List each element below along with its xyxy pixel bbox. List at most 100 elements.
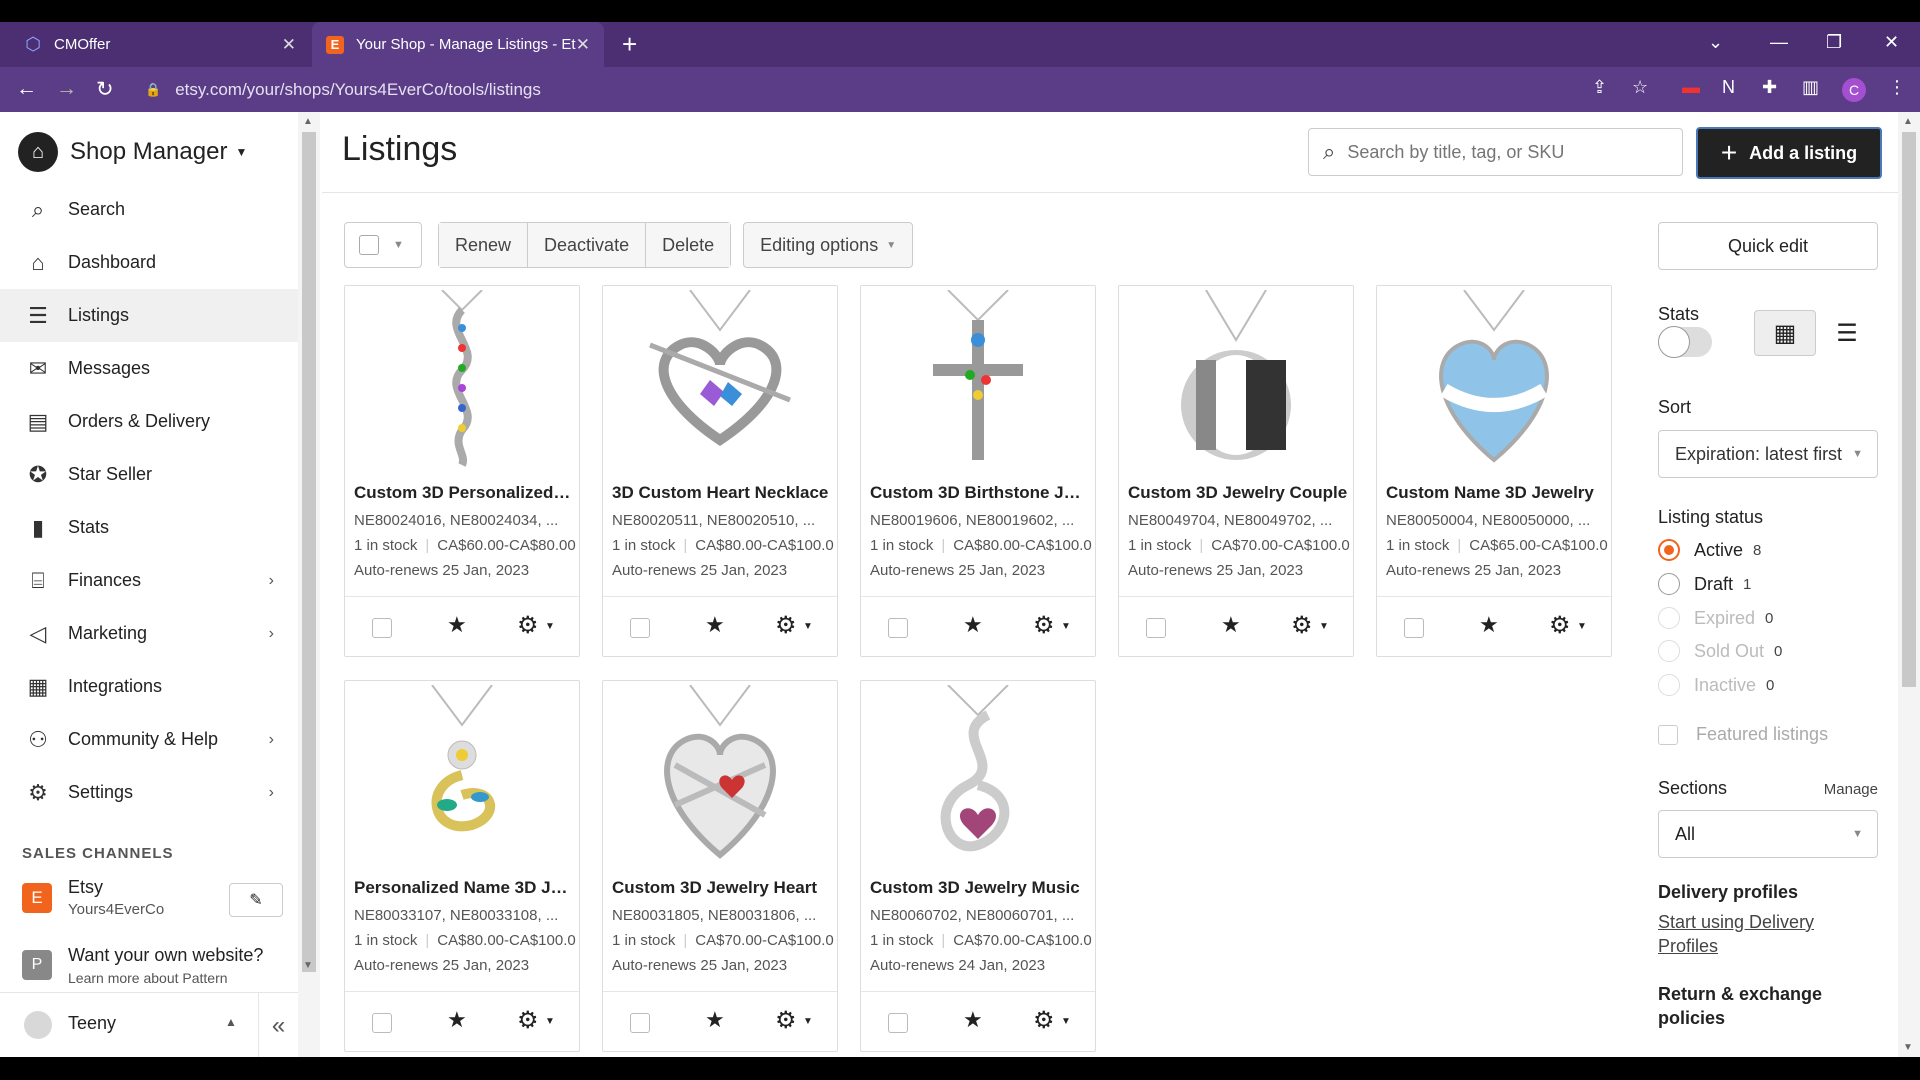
puzzle-icon[interactable]: ✚: [1762, 77, 1777, 98]
sections-select[interactable]: All ▼: [1658, 810, 1878, 858]
listing-card[interactable]: Custom 3D Jewelry Music NE80060702, NE80…: [860, 680, 1096, 1052]
listing-checkbox[interactable]: [1146, 618, 1166, 638]
gear-icon[interactable]: ⚙: [1033, 611, 1055, 640]
caret-down-icon[interactable]: ▼: [545, 1016, 555, 1027]
caret-down-icon[interactable]: ▼: [803, 1016, 813, 1027]
gear-icon[interactable]: ⚙: [775, 611, 797, 640]
feature-star-icon[interactable]: ★: [1221, 612, 1241, 638]
scroll-down-icon[interactable]: ▼: [1903, 1042, 1913, 1053]
add-listing-button[interactable]: + Add a listing: [1696, 127, 1882, 179]
listing-image[interactable]: [861, 681, 1095, 869]
sidebar-item-finances[interactable]: ⌸ Finances ›: [0, 554, 298, 607]
sidebar-scrollbar[interactable]: ▲ ▼: [298, 112, 320, 1057]
caret-up-icon[interactable]: ▲: [225, 1015, 237, 1029]
listing-checkbox[interactable]: [372, 618, 392, 638]
gear-icon[interactable]: ⚙: [517, 611, 539, 640]
listing-title[interactable]: Custom 3D Personalized Necklace: [354, 483, 574, 503]
restore-icon[interactable]: ❐: [1826, 32, 1842, 53]
new-tab-icon[interactable]: +: [622, 30, 637, 58]
status-radio-sold-out[interactable]: Sold Out 0: [1658, 640, 1782, 662]
gear-icon[interactable]: ⚙: [1549, 611, 1571, 640]
listing-title[interactable]: Personalized Name 3D Jewelry: [354, 878, 574, 898]
listing-title[interactable]: Custom 3D Jewelry Couple: [1128, 483, 1348, 503]
reload-icon[interactable]: ↻: [96, 77, 114, 102]
menu-kebab-icon[interactable]: ⋮: [1888, 77, 1906, 98]
listing-search[interactable]: ⌕: [1308, 128, 1683, 176]
scroll-down-icon[interactable]: ▼: [303, 960, 313, 971]
caret-down-icon[interactable]: ▼: [1577, 621, 1587, 632]
listing-checkbox[interactable]: [372, 1013, 392, 1033]
back-icon[interactable]: ←: [16, 77, 37, 101]
start-delivery-profiles-link[interactable]: Start using Delivery Profiles: [1658, 910, 1848, 958]
shop-manager-menu[interactable]: ⌂ Shop Manager ▼: [18, 132, 247, 172]
caret-down-icon[interactable]: ▼: [803, 621, 813, 632]
sidebar-item-messages[interactable]: ✉ Messages: [0, 342, 298, 395]
user-name[interactable]: Teeny: [68, 1013, 116, 1034]
listing-image[interactable]: [861, 286, 1095, 474]
stats-toggle[interactable]: [1658, 326, 1712, 358]
url-field[interactable]: 🔒 etsy.com/your/shops/Yours4EverCo/tools…: [145, 67, 541, 112]
listing-checkbox[interactable]: [630, 1013, 650, 1033]
scroll-up-icon[interactable]: ▲: [303, 116, 313, 127]
etsy-channel[interactable]: E Etsy Yours4EverCo ✎: [22, 877, 283, 927]
quick-edit-button[interactable]: Quick edit: [1658, 222, 1878, 270]
minimize-icon[interactable]: —: [1770, 32, 1788, 53]
editing-options-dropdown[interactable]: Editing options ▼: [743, 222, 914, 268]
status-radio-inactive[interactable]: Inactive 0: [1658, 674, 1774, 696]
sidebar-item-search[interactable]: ⌕ Search: [0, 183, 298, 236]
listing-title[interactable]: Custom 3D Birthstone Jewelry: [870, 483, 1090, 503]
tab-search-chevron-icon[interactable]: ⌄: [1708, 32, 1723, 53]
listing-title[interactable]: Custom Name 3D Jewelry: [1386, 483, 1606, 503]
listing-checkbox[interactable]: [888, 618, 908, 638]
checkbox[interactable]: [359, 235, 379, 255]
sidebar-item-settings[interactable]: ⚙ Settings ›: [0, 766, 298, 819]
listing-checkbox[interactable]: [888, 1013, 908, 1033]
caret-down-icon[interactable]: ▼: [545, 621, 555, 632]
caret-down-icon[interactable]: ▼: [1319, 621, 1329, 632]
listing-image[interactable]: [345, 681, 579, 869]
feature-star-icon[interactable]: ★: [447, 1007, 467, 1033]
radio-button[interactable]: [1658, 539, 1680, 561]
renew-button[interactable]: Renew: [439, 223, 529, 267]
feature-star-icon[interactable]: ★: [963, 1007, 983, 1033]
status-radio-expired[interactable]: Expired 0: [1658, 607, 1773, 629]
deactivate-button[interactable]: Deactivate: [528, 223, 647, 267]
listing-image[interactable]: [1119, 286, 1353, 474]
collapse-sidebar-icon[interactable]: «: [258, 993, 298, 1058]
sidebar-item-community[interactable]: ⚇ Community & Help ›: [0, 713, 298, 766]
sidebar-item-star-seller[interactable]: ✪ Star Seller: [0, 448, 298, 501]
share-icon[interactable]: ⇪: [1592, 77, 1607, 98]
gear-icon[interactable]: ⚙: [517, 1006, 539, 1035]
scroll-up-icon[interactable]: ▲: [1903, 116, 1913, 127]
sort-select[interactable]: Expiration: latest first ▼: [1658, 430, 1878, 478]
sidebar-item-marketing[interactable]: ◁ Marketing ›: [0, 607, 298, 660]
sidebar-item-stats[interactable]: ▮ Stats: [0, 501, 298, 554]
sidebar-item-listings[interactable]: ☰ Listings: [0, 289, 298, 342]
close-window-icon[interactable]: ✕: [1884, 32, 1899, 53]
listing-checkbox[interactable]: [630, 618, 650, 638]
status-radio-active[interactable]: Active 8: [1658, 539, 1761, 561]
radio-button[interactable]: [1658, 607, 1680, 629]
listing-title[interactable]: 3D Custom Heart Necklace: [612, 483, 832, 503]
select-all-checkbox[interactable]: ▼: [344, 222, 422, 268]
avatar[interactable]: [24, 1011, 52, 1039]
grid-view-icon[interactable]: ▦: [1754, 310, 1816, 356]
feature-star-icon[interactable]: ★: [705, 612, 725, 638]
feature-star-icon[interactable]: ★: [963, 612, 983, 638]
listing-image[interactable]: [603, 681, 837, 869]
scrollbar-thumb[interactable]: [302, 132, 316, 972]
listing-image[interactable]: [1377, 286, 1611, 474]
delete-button[interactable]: Delete: [646, 223, 731, 267]
manage-sections-link[interactable]: Manage: [1824, 781, 1878, 798]
sidebar-panel-icon[interactable]: ▥: [1802, 77, 1819, 98]
feature-star-icon[interactable]: ★: [447, 612, 467, 638]
listing-checkbox[interactable]: [1404, 618, 1424, 638]
browser-tab-etsy[interactable]: E Your Shop - Manage Listings - Et ✕: [312, 22, 604, 67]
listing-card[interactable]: 3D Custom Heart Necklace NE80020511, NE8…: [602, 285, 838, 657]
listing-card[interactable]: Custom Name 3D Jewelry NE80050004, NE800…: [1376, 285, 1612, 657]
forward-icon[interactable]: →: [56, 77, 77, 101]
listing-card[interactable]: Custom 3D Jewelry Heart NE80031805, NE80…: [602, 680, 838, 1052]
listing-card[interactable]: Custom 3D Personalized Necklace NE800240…: [344, 285, 580, 657]
listing-card[interactable]: Custom 3D Birthstone Jewelry NE80019606,…: [860, 285, 1096, 657]
radio-button[interactable]: [1658, 640, 1680, 662]
